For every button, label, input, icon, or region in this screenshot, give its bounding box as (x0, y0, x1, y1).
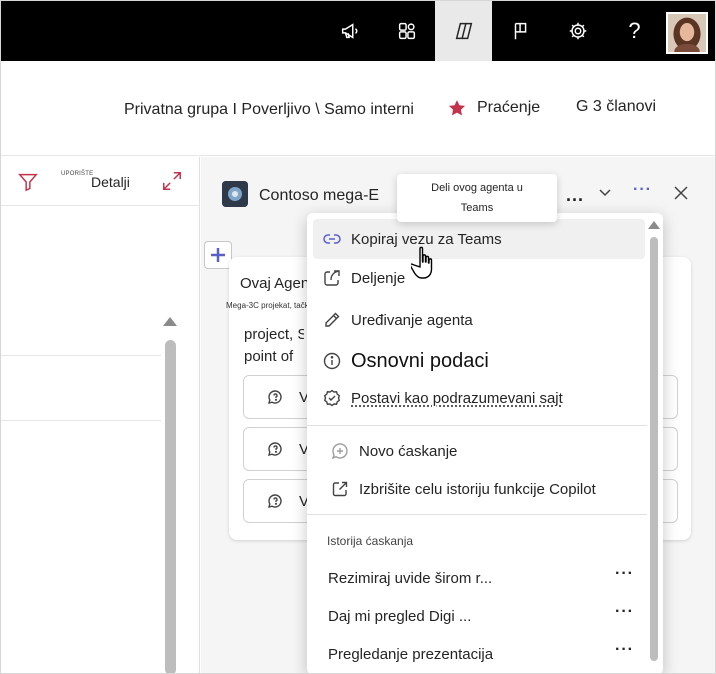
hand-cursor-icon (411, 246, 433, 279)
left-divider (1, 205, 200, 206)
help-icon[interactable]: ? (606, 1, 663, 61)
plus-icon (211, 248, 225, 262)
details-caption: UPORIŠTE (61, 171, 94, 177)
chat-help-icon (268, 390, 282, 404)
card-caption: Mega-3C projekat, tačka (226, 301, 314, 310)
gear-icon[interactable] (549, 1, 606, 61)
details-button[interactable]: Detalji (91, 174, 130, 190)
link-icon (321, 228, 343, 250)
share-tooltip: Deli ovog agenta u Teams (397, 174, 557, 222)
menu-divider (307, 514, 647, 515)
history-item[interactable]: Pregledanje prezentacija (328, 646, 493, 663)
megaphone-icon[interactable] (321, 1, 378, 61)
menu-item-clear-history[interactable]: Izbrišite celu istoriju funkcije Copilot (313, 469, 645, 509)
menu-scrollbar[interactable] (650, 237, 658, 661)
close-icon[interactable] (673, 185, 689, 201)
chat-help-icon (268, 442, 282, 456)
flag-icon[interactable] (492, 1, 549, 61)
new-chat-icon (329, 440, 351, 462)
list-divider (1, 355, 161, 356)
history-more-button[interactable]: ··· (615, 641, 634, 659)
tooltip-line: Deli ovog agenta u (431, 182, 523, 194)
history-more-button[interactable]: ··· (615, 565, 634, 583)
chevron-down-icon[interactable] (597, 184, 613, 200)
filter-icon[interactable] (17, 171, 39, 193)
expand-icon[interactable] (161, 170, 183, 192)
tooltip-line: Teams (460, 202, 494, 214)
left-scrollbar[interactable] (165, 340, 176, 673)
card-title: Ovaj Agen (240, 275, 310, 292)
chat-help-icon (268, 494, 282, 508)
menu-item-label: Uređivanje agenta (351, 311, 473, 329)
menu-item-label: Deljenje (351, 269, 406, 287)
pencil-icon (321, 309, 343, 331)
info-icon (321, 350, 343, 372)
app-window: ? Privatna grupa I Poverljivo \ Samo int… (0, 0, 716, 674)
agent-title: Contoso mega-E (259, 187, 380, 204)
open-external-icon (329, 478, 351, 500)
history-more-button[interactable]: ··· (615, 603, 634, 621)
menu-item-share[interactable]: Deljenje (313, 258, 645, 298)
scroll-up-icon[interactable] (648, 221, 660, 229)
avatar[interactable] (666, 12, 708, 54)
top-bar: ? (1, 1, 715, 61)
card-text-line: point of (244, 348, 294, 365)
menu-item-label: Novo ćaskanje (359, 442, 458, 460)
members-count[interactable]: G 3 članovi (576, 98, 656, 116)
follow-button[interactable]: Praćenje (447, 98, 540, 118)
follow-label: Praćenje (477, 99, 541, 116)
scroll-up-icon[interactable] (163, 317, 177, 326)
menu-divider (307, 425, 647, 426)
badge-check-icon (321, 387, 343, 409)
history-item[interactable]: Daj mi pregled Digi ... (328, 608, 471, 625)
help-glyph: ? (628, 18, 641, 43)
group-name: Privatna grupa I Poverljivo \ Samo inter… (124, 101, 414, 118)
star-icon (448, 100, 466, 116)
agent-options-menu: Kopiraj vezu za Teams Deljenje Uređivanj… (307, 213, 663, 673)
title-overflow: ... (566, 185, 585, 205)
group-header: Privatna grupa I Poverljivo \ Samo inter… (1, 61, 715, 156)
menu-item-new-chat[interactable]: Novo ćaskanje (313, 431, 645, 471)
menu-item-edit-agent[interactable]: Uređivanje agenta (313, 300, 645, 340)
apps-icon[interactable] (378, 1, 435, 61)
chat-history-heading: Istorija ćaskanja (327, 534, 414, 548)
history-item[interactable]: Rezimiraj uvide širom r... (328, 570, 492, 587)
copilot-icon[interactable] (435, 1, 492, 61)
list-divider (1, 420, 161, 421)
card-text-line: project, S (244, 326, 304, 343)
menu-item-copy-teams-link[interactable]: Kopiraj vezu za Teams (313, 219, 645, 259)
menu-item-set-default[interactable]: Postavi kao podrazumevani sajt (313, 378, 645, 418)
agent-logo-icon (222, 181, 248, 207)
menu-item-label: Izbrišite celu istoriju funkcije Copilot (359, 480, 596, 498)
add-button[interactable] (204, 241, 232, 269)
left-pane: UPORIŠTE Detalji (1, 157, 200, 673)
menu-item-label: Osnovni podaci (351, 349, 489, 372)
share-icon (321, 267, 343, 289)
menu-item-basic-info[interactable]: Osnovni podaci (313, 341, 645, 381)
card-description: project, S point of (244, 324, 304, 368)
more-options-button[interactable]: ··· (633, 181, 652, 199)
menu-item-label: Postavi kao podrazumevani sajt (351, 389, 563, 407)
